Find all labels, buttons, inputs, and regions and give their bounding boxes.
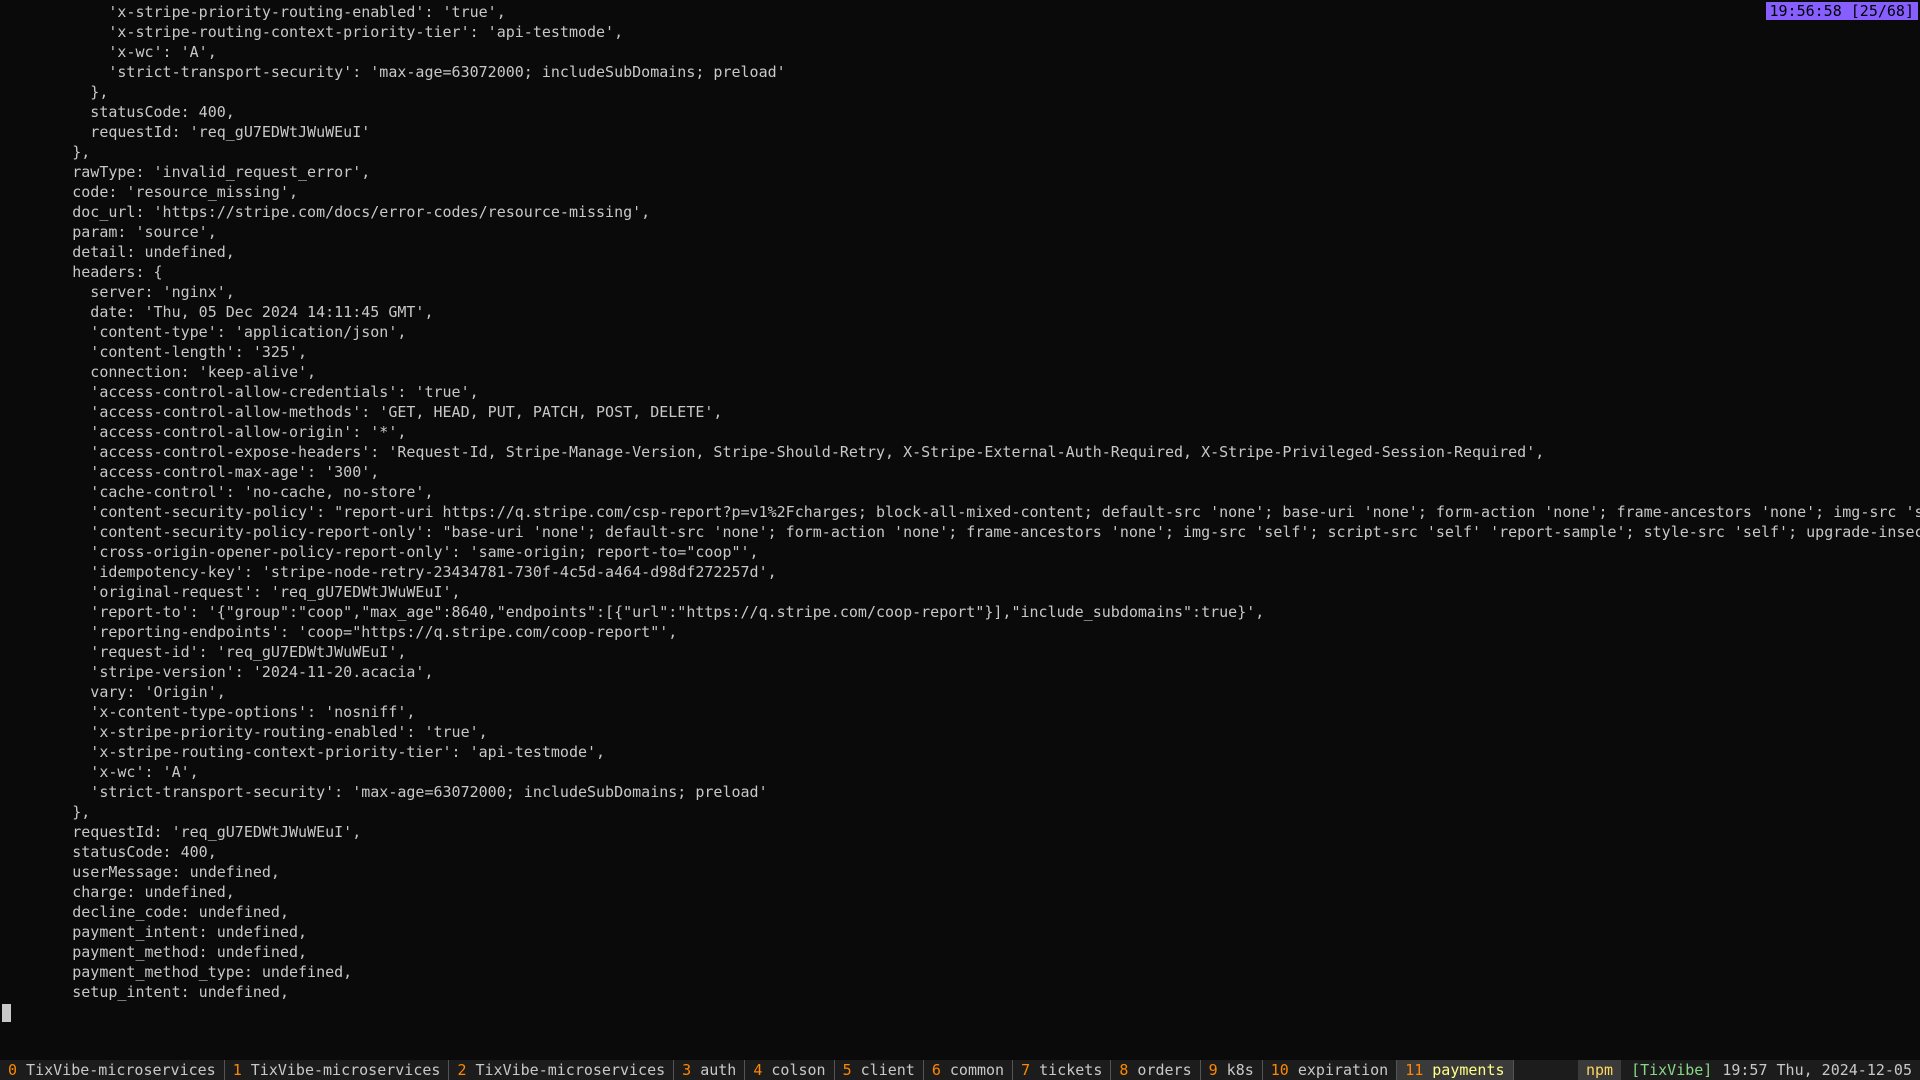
tmux-statusbar: 0 TixVibe-microservices1 TixVibe-microse… — [0, 1060, 1920, 1080]
clock-segment: 19:57 Thu, 2024-12-05 — [1722, 1060, 1912, 1080]
tmux-window-5[interactable]: 5 client — [835, 1060, 924, 1080]
tmux-window-label: tickets — [1030, 1061, 1102, 1079]
tmux-window-label: colson — [762, 1061, 825, 1079]
tmux-window-label: client — [852, 1061, 915, 1079]
tmux-window-11[interactable]: 11 payments — [1397, 1060, 1513, 1080]
tmux-windows: 0 TixVibe-microservices1 TixVibe-microse… — [0, 1060, 1514, 1080]
statusbar-spacer — [1514, 1060, 1578, 1080]
tmux-window-6[interactable]: 6 common — [924, 1060, 1013, 1080]
tmux-window-label: payments — [1423, 1061, 1504, 1079]
terminal-cursor — [2, 1004, 11, 1022]
tmux-window-label: common — [941, 1061, 1004, 1079]
terminal-output[interactable]: 'x-stripe-priority-routing-enabled': 'tr… — [0, 0, 1920, 1060]
tmux-window-9[interactable]: 9 k8s — [1201, 1060, 1263, 1080]
tmux-window-label: auth — [691, 1061, 736, 1079]
tmux-window-num: 0 — [8, 1061, 17, 1079]
tmux-window-num: 3 — [682, 1061, 691, 1079]
tmux-window-label: orders — [1128, 1061, 1191, 1079]
tmux-window-4[interactable]: 4 colson — [745, 1060, 834, 1080]
tmux-window-num: 9 — [1209, 1061, 1218, 1079]
tmux-window-2[interactable]: 2 TixVibe-microservices — [449, 1060, 674, 1080]
tmux-window-label: TixVibe-microservices — [242, 1061, 441, 1079]
tmux-window-10[interactable]: 10 expiration — [1263, 1060, 1397, 1080]
tmux-window-8[interactable]: 8 orders — [1111, 1060, 1200, 1080]
npm-segment: npm — [1578, 1060, 1621, 1080]
tmux-window-num: 5 — [843, 1061, 852, 1079]
tmux-window-num: 6 — [932, 1061, 941, 1079]
tmux-window-label: TixVibe-microservices — [17, 1061, 216, 1079]
statusbar-right: npm [TixVibe] 19:57 Thu, 2024-12-05 — [1578, 1060, 1920, 1080]
tmux-window-label: k8s — [1218, 1061, 1254, 1079]
tmux-window-num: 11 — [1405, 1061, 1423, 1079]
tmux-window-3[interactable]: 3 auth — [674, 1060, 745, 1080]
tmux-window-7[interactable]: 7 tickets — [1013, 1060, 1111, 1080]
tmux-window-label: TixVibe-microservices — [466, 1061, 665, 1079]
tmux-window-num: 10 — [1271, 1061, 1289, 1079]
tmux-window-0[interactable]: 0 TixVibe-microservices — [0, 1060, 225, 1080]
tmux-window-num: 7 — [1021, 1061, 1030, 1079]
tmux-window-label: expiration — [1289, 1061, 1388, 1079]
session-name: [TixVibe] — [1631, 1060, 1712, 1080]
tmux-window-num: 1 — [233, 1061, 242, 1079]
tmux-window-1[interactable]: 1 TixVibe-microservices — [225, 1060, 450, 1080]
